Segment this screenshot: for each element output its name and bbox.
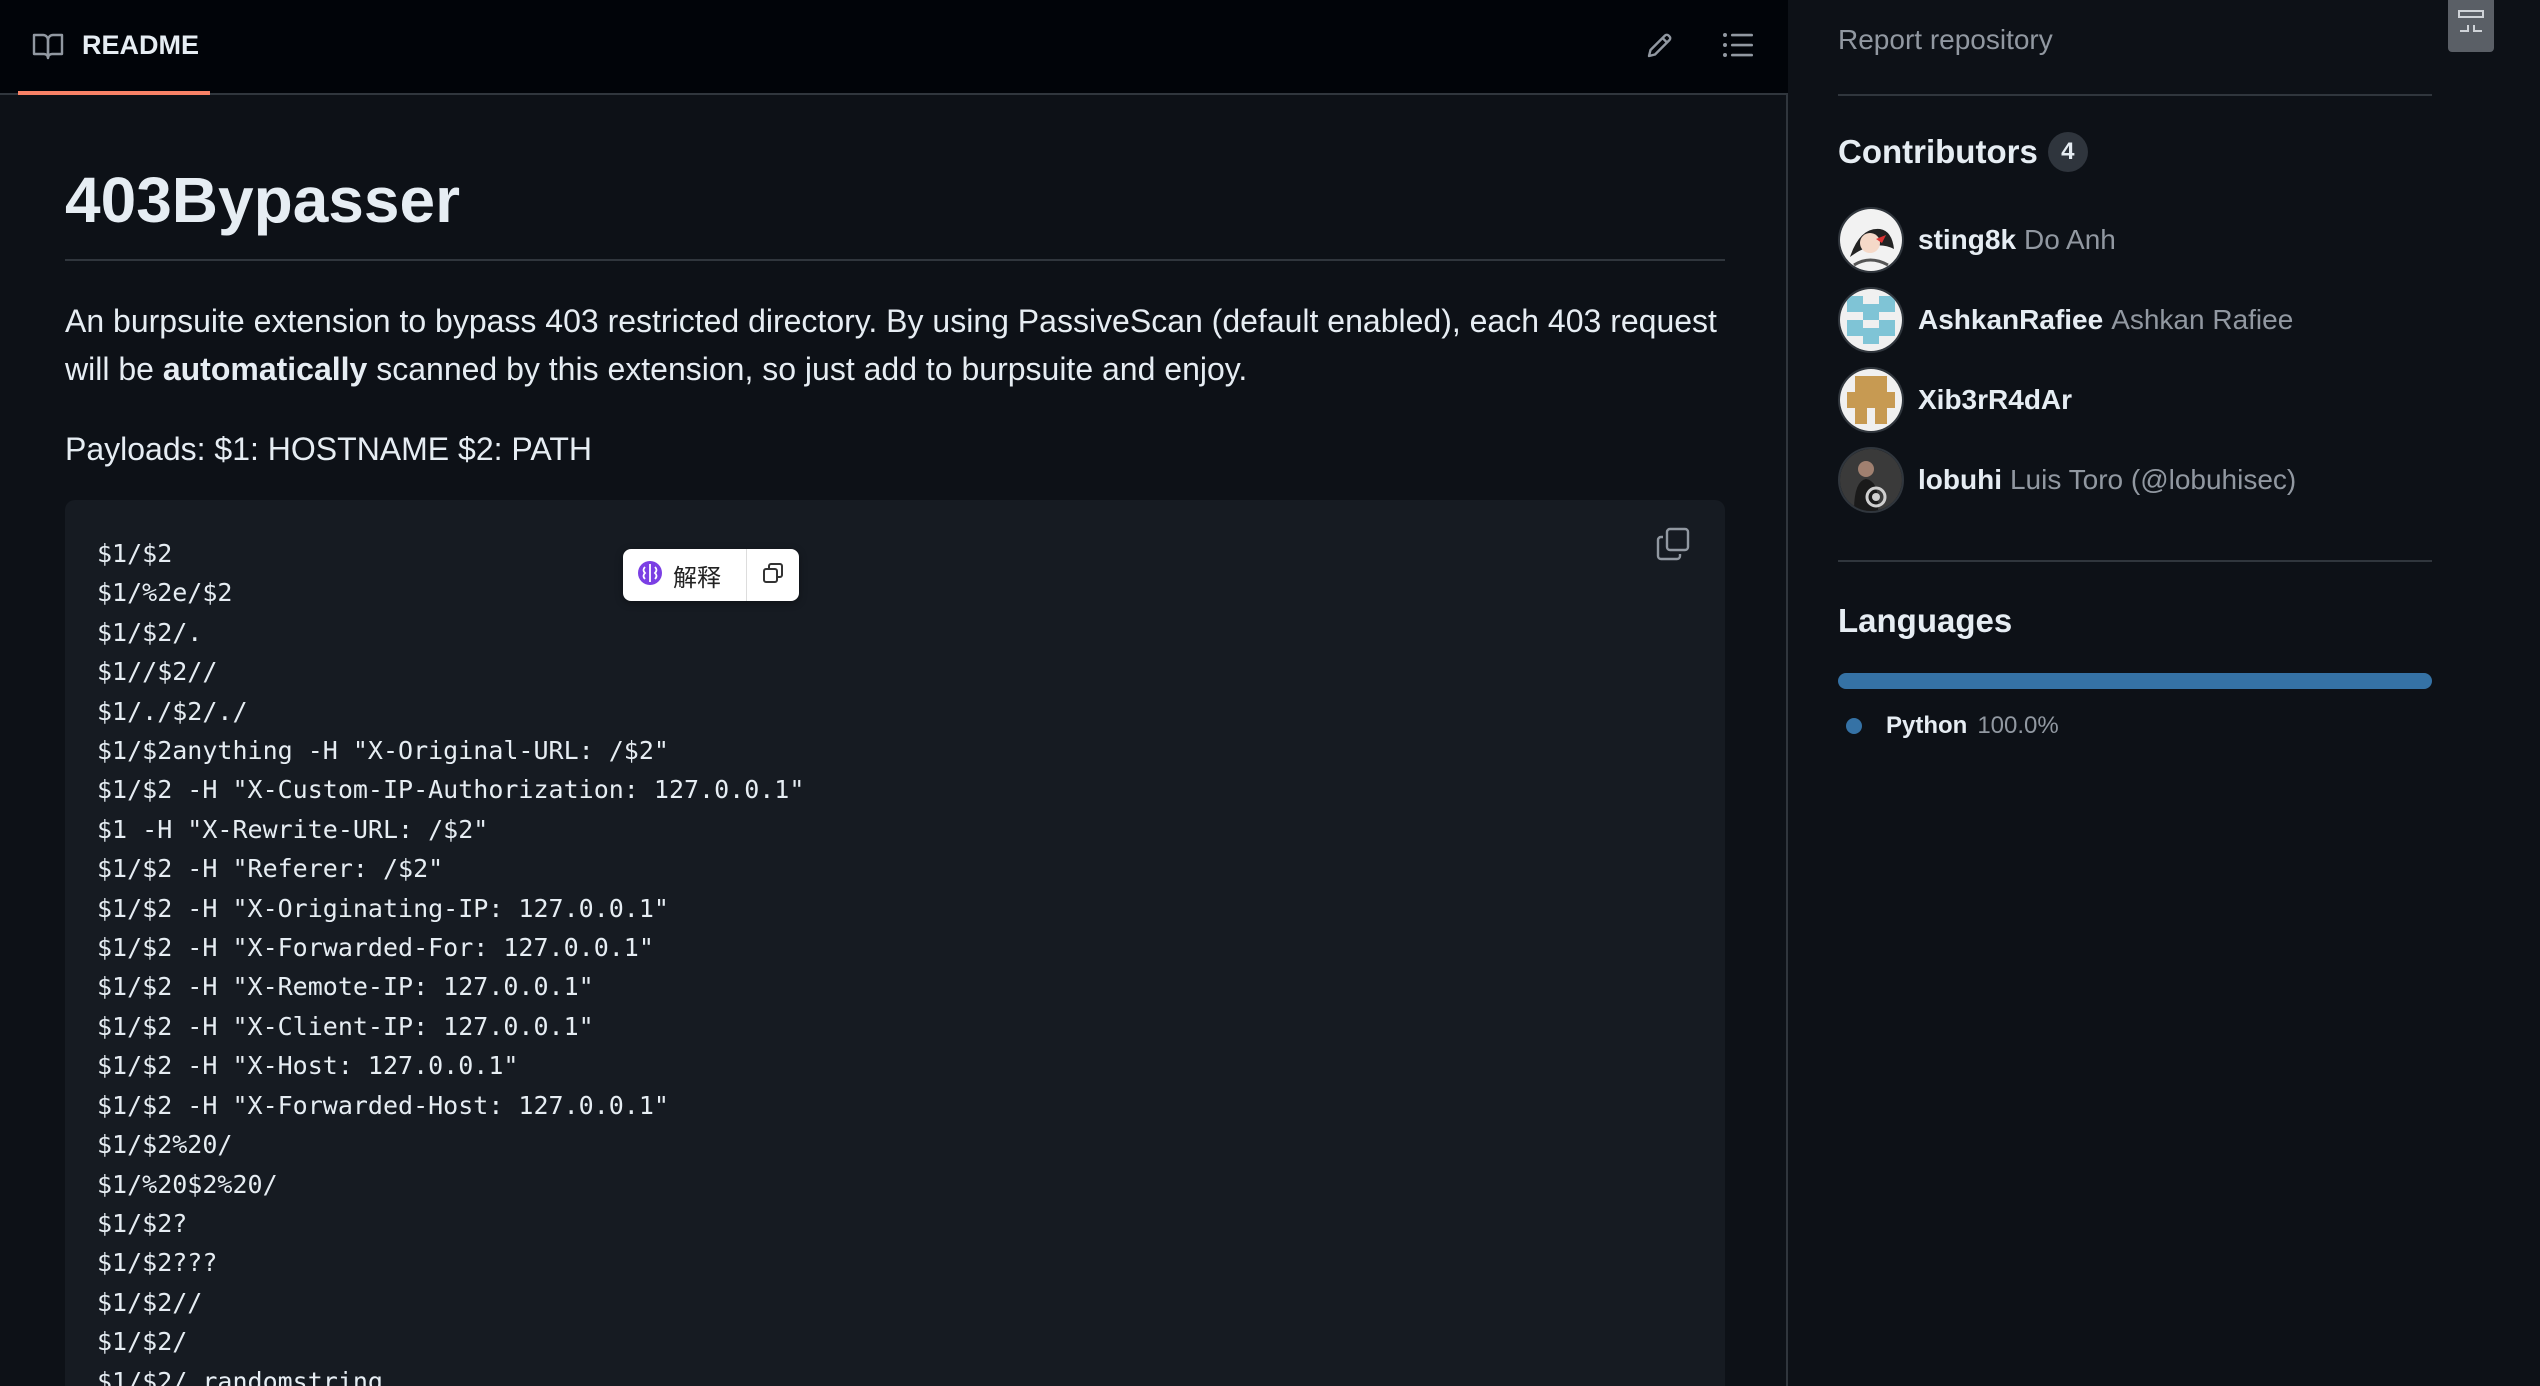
- code-line: $1/$2 -H "X-Host: 127.0.0.1": [97, 1051, 519, 1081]
- contributor-name: Ashkan Rafiee: [2111, 304, 2294, 335]
- explain-label: 解释: [673, 563, 721, 592]
- readme-description: An burpsuite extension to bypass 403 res…: [65, 297, 1725, 393]
- description-bold: automatically: [162, 351, 368, 387]
- code-line: $1/%2e/$2: [97, 578, 233, 608]
- report-repository-link[interactable]: Report repository: [1838, 24, 2053, 56]
- avatar[interactable]: [1838, 207, 1904, 273]
- language-percent: 100.0%: [1977, 712, 2059, 739]
- widget-icon: [2456, 9, 2486, 44]
- contributor-login[interactable]: sting8k: [1918, 224, 2016, 256]
- code-line: $1/./$2/./: [97, 696, 248, 726]
- code-line: $1/$2/: [97, 1327, 188, 1357]
- code-line: $1/$2 -H "X-Forwarded-For: 127.0.0.1": [97, 933, 654, 963]
- language-bar: [1838, 673, 2432, 689]
- divider: [1838, 560, 2432, 562]
- language-name: Python: [1886, 712, 1968, 739]
- divider: [1838, 94, 2432, 96]
- contributor-login[interactable]: lobuhi: [1918, 464, 2002, 496]
- avatar[interactable]: [1838, 367, 1904, 433]
- tab-readme[interactable]: README: [18, 0, 210, 95]
- explain-button[interactable]: 解释: [623, 549, 747, 601]
- code-block: $1/$2 $1/%2e/$2 $1/$2/. $1//$2// $1/./$2/./ $…: [65, 500, 1725, 1386]
- code-line: $1/$2 -H "Referer: /$2": [97, 854, 444, 884]
- code-line: $1 -H "X-Rewrite-URL: /$2": [97, 814, 489, 844]
- description-text-end: scanned by this extension, so just add t…: [367, 351, 1248, 387]
- code-line: $1/$2 -H "X-Client-IP: 127.0.0.1": [97, 1011, 594, 1041]
- code-content[interactable]: $1/$2 $1/%2e/$2 $1/$2/. $1//$2// $1/./$2/./ $…: [97, 534, 1693, 1386]
- contributor-item[interactable]: Xib3rR4dAr: [1838, 367, 2080, 433]
- explain-popup: 解释: [623, 549, 799, 601]
- code-line: $1/$2/.: [97, 617, 203, 647]
- contributor-login[interactable]: Xib3rR4dAr: [1918, 384, 2072, 416]
- readme-panel: README 403Bypasser An burpsuite extensio…: [0, 0, 1788, 1386]
- contributor-name: Do Anh: [2024, 224, 2116, 255]
- readme-header: README: [0, 0, 1788, 95]
- code-line: $1//$2//: [97, 657, 218, 687]
- book-icon: [32, 29, 66, 63]
- scroll-widget[interactable]: [2448, 0, 2494, 52]
- brain-icon: [637, 560, 663, 591]
- code-line: $1/$2?: [97, 1208, 188, 1238]
- popup-copy-button[interactable]: [747, 549, 799, 601]
- pencil-icon: [1645, 30, 1675, 65]
- outline-button[interactable]: [1713, 22, 1763, 72]
- code-line: $1/$2 -H "X-Custom-IP-Authorization: 127…: [97, 775, 805, 805]
- code-line: $1/$2//: [97, 1287, 203, 1317]
- code-line: $1/$2 -H "X-Forwarded-Host: 127.0.0.1": [97, 1090, 669, 1120]
- copy-code-button[interactable]: [1651, 524, 1695, 568]
- language-item[interactable]: Python 100.0%: [1846, 708, 2059, 744]
- contributor-name: Luis Toro (@lobuhisec): [2009, 464, 2297, 495]
- languages-title: Languages: [1838, 602, 2013, 639]
- avatar[interactable]: [1838, 287, 1904, 353]
- tab-readme-label: README: [82, 30, 200, 60]
- code-line: $1/$2???: [97, 1248, 218, 1278]
- payloads-text: Payloads: $1: HOSTNAME $2: PATH: [65, 431, 592, 467]
- contributor-login[interactable]: AshkanRafiee: [1918, 304, 2103, 336]
- language-color-dot: [1846, 718, 1862, 734]
- contributor-item[interactable]: sting8k Do Anh: [1838, 207, 2116, 273]
- code-line: $1/%20$2%20/: [97, 1169, 278, 1199]
- list-icon: [1722, 31, 1754, 64]
- contributors-title: Contributors: [1838, 133, 2038, 170]
- readme-heading: 403Bypasser: [65, 165, 1725, 261]
- contributors-heading[interactable]: Contributors 4: [1838, 132, 2088, 172]
- copy-icon: [762, 562, 784, 589]
- code-line: $1/$2anything -H "X-Original-URL: /$2": [97, 736, 669, 766]
- contributor-item[interactable]: lobuhi Luis Toro (@lobuhisec): [1838, 447, 2296, 513]
- readme-body: 403Bypasser An burpsuite extension to by…: [65, 95, 1725, 473]
- code-line: $1/$2/.randomstring: [97, 1366, 383, 1386]
- copy-icon: [1656, 527, 1690, 566]
- contributors-count: 4: [2047, 132, 2088, 172]
- avatar[interactable]: [1838, 447, 1904, 513]
- edit-file-button[interactable]: [1635, 22, 1685, 72]
- code-line: $1/$2 -H "X-Originating-IP: 127.0.0.1": [97, 893, 669, 923]
- contributor-item[interactable]: AshkanRafiee Ashkan Rafiee: [1838, 287, 2293, 353]
- code-line: $1/$2 -H "X-Remote-IP: 127.0.0.1": [97, 972, 594, 1002]
- code-line: $1/$2%20/: [97, 1130, 233, 1160]
- code-line: $1/$2: [97, 539, 173, 568]
- languages-heading: Languages: [1838, 602, 2012, 640]
